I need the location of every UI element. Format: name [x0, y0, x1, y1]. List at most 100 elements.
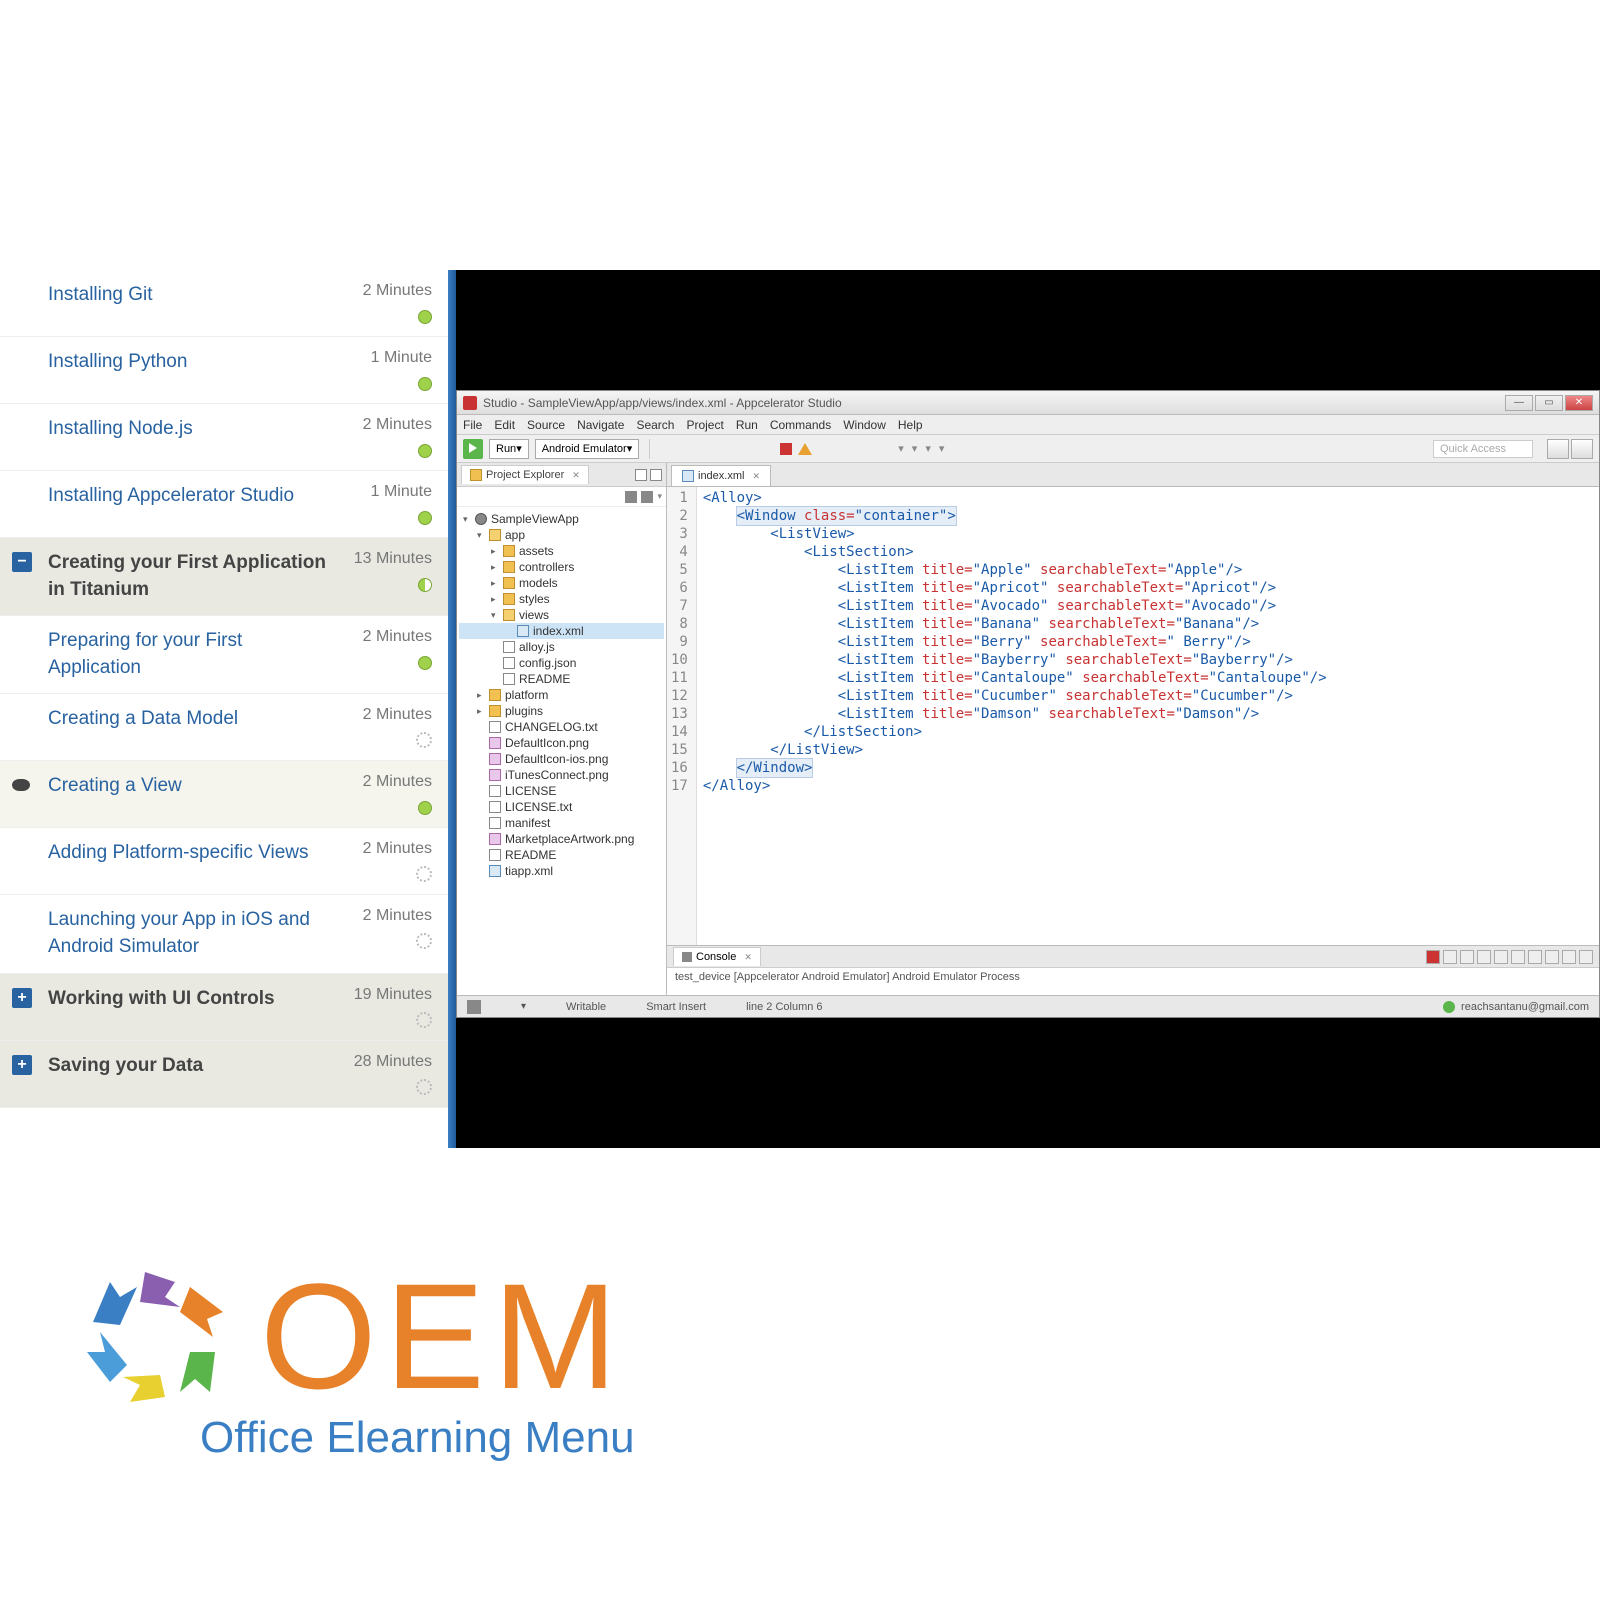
- tree-item[interactable]: MarketplaceArtwork.png: [459, 831, 664, 847]
- lesson-duration: 1 Minute: [342, 483, 432, 501]
- lesson-title[interactable]: Saving your Data: [48, 1053, 332, 1080]
- toolbar-dropdown-icon[interactable]: ▾: [925, 442, 931, 455]
- course-lesson[interactable]: Installing Node.js2 Minutes: [0, 404, 448, 471]
- link-editor-icon[interactable]: [641, 491, 653, 503]
- stop-icon[interactable]: [780, 443, 792, 455]
- perspective-button[interactable]: [1571, 439, 1593, 459]
- minimize-panel-icon[interactable]: [635, 469, 647, 481]
- clear-console-icon[interactable]: [1477, 950, 1491, 964]
- lesson-title[interactable]: Creating a View: [48, 773, 332, 800]
- lesson-title[interactable]: Working with UI Controls: [48, 986, 332, 1013]
- course-lesson[interactable]: Launching your App in iOS and Android Si…: [0, 895, 448, 973]
- tree-item[interactable]: ▸plugins: [459, 703, 664, 719]
- remove-all-icon[interactable]: [1460, 950, 1474, 964]
- maximize-button[interactable]: ▭: [1535, 395, 1563, 411]
- scroll-lock-icon[interactable]: [1494, 950, 1508, 964]
- course-lesson[interactable]: Installing Git2 Minutes: [0, 270, 448, 337]
- lesson-title[interactable]: Creating your First Application in Titan…: [48, 550, 332, 603]
- menu-file[interactable]: File: [463, 418, 482, 432]
- course-lesson[interactable]: Creating a Data Model2 Minutes: [0, 694, 448, 761]
- lesson-title[interactable]: Installing Git: [48, 282, 332, 309]
- menu-run[interactable]: Run: [736, 418, 758, 432]
- lesson-title[interactable]: Creating a Data Model: [48, 706, 332, 733]
- collapse-all-icon[interactable]: [625, 491, 637, 503]
- tree-item[interactable]: ▸assets: [459, 543, 664, 559]
- course-section[interactable]: + Saving your Data 28 Minutes: [0, 1041, 448, 1108]
- maximize-panel-icon[interactable]: [650, 469, 662, 481]
- warning-icon[interactable]: [798, 443, 812, 455]
- lesson-duration: 28 Minutes: [342, 1053, 432, 1071]
- course-lesson[interactable]: Adding Platform-specific Views2 Minutes: [0, 828, 448, 895]
- toolbar-dropdown-icon[interactable]: ▾: [912, 442, 918, 455]
- code-editor[interactable]: 1234567891011121314151617 <Alloy> <Windo…: [667, 487, 1599, 945]
- status-complete-icon: [418, 310, 432, 324]
- course-section[interactable]: +Working with UI Controls19 Minutes: [0, 974, 448, 1041]
- menu-navigate[interactable]: Navigate: [577, 418, 624, 432]
- view-menu-icon[interactable]: ▾: [657, 491, 662, 502]
- tree-item[interactable]: ▾views: [459, 607, 664, 623]
- menu-project[interactable]: Project: [686, 418, 723, 432]
- open-console-icon[interactable]: [1545, 950, 1559, 964]
- tree-item[interactable]: ▾SampleViewApp: [459, 511, 664, 527]
- tree-item[interactable]: tiapp.xml: [459, 863, 664, 879]
- terminate-icon[interactable]: [1426, 950, 1440, 964]
- remove-launch-icon[interactable]: [1443, 950, 1457, 964]
- lesson-title[interactable]: Adding Platform-specific Views: [48, 840, 332, 867]
- lesson-title[interactable]: Preparing for your First Application: [48, 628, 332, 681]
- toolbar-dropdown-icon[interactable]: ▾: [898, 442, 904, 455]
- tree-item[interactable]: iTunesConnect.png: [459, 767, 664, 783]
- run-mode-dropdown[interactable]: Run ▾: [489, 439, 529, 459]
- lesson-duration: 2 Minutes: [342, 907, 432, 925]
- quick-access-input[interactable]: Quick Access: [1433, 440, 1533, 458]
- tree-item[interactable]: DefaultIcon.png: [459, 735, 664, 751]
- run-button[interactable]: [463, 439, 483, 459]
- tree-item[interactable]: LICENSE.txt: [459, 799, 664, 815]
- tree-item[interactable]: ▸models: [459, 575, 664, 591]
- tree-item[interactable]: README: [459, 671, 664, 687]
- editor-tab-index-xml[interactable]: index.xml ✕: [671, 465, 771, 486]
- expand-icon[interactable]: +: [12, 1055, 32, 1075]
- menu-commands[interactable]: Commands: [770, 418, 831, 432]
- minimize-icon[interactable]: [1562, 950, 1576, 964]
- tree-item[interactable]: ▸controllers: [459, 559, 664, 575]
- lesson-title[interactable]: Launching your App in iOS and Android Si…: [48, 907, 332, 960]
- course-section[interactable]: −Creating your First Application in Tita…: [0, 538, 448, 616]
- lesson-title[interactable]: Installing Node.js: [48, 416, 332, 443]
- expand-icon[interactable]: +: [12, 988, 32, 1008]
- perspective-button[interactable]: [1547, 439, 1569, 459]
- video-frame: Studio - SampleViewApp/app/views/index.x…: [456, 270, 1600, 1148]
- maximize-icon[interactable]: [1579, 950, 1593, 964]
- tree-item[interactable]: index.xml: [459, 623, 664, 639]
- tree-item[interactable]: CHANGELOG.txt: [459, 719, 664, 735]
- pin-console-icon[interactable]: [1511, 950, 1525, 964]
- toolbar-dropdown-icon[interactable]: ▾: [939, 442, 945, 455]
- tree-item[interactable]: manifest: [459, 815, 664, 831]
- tree-item[interactable]: README: [459, 847, 664, 863]
- course-lesson[interactable]: Installing Python1 Minute: [0, 337, 448, 404]
- course-lesson[interactable]: Installing Appcelerator Studio 1 Minute: [0, 471, 448, 538]
- course-lesson[interactable]: Creating a View2 Minutes: [0, 761, 448, 828]
- menu-help[interactable]: Help: [898, 418, 923, 432]
- tree-item[interactable]: ▾app: [459, 527, 664, 543]
- run-target-dropdown[interactable]: Android Emulator ▾: [535, 439, 640, 459]
- tree-item[interactable]: config.json: [459, 655, 664, 671]
- console-tab[interactable]: Console ✕: [673, 947, 761, 966]
- display-selected-icon[interactable]: [1528, 950, 1542, 964]
- minimize-button[interactable]: —: [1505, 395, 1533, 411]
- tree-item[interactable]: LICENSE: [459, 783, 664, 799]
- tree-item[interactable]: ▸platform: [459, 687, 664, 703]
- project-explorer-tab[interactable]: Project Explorer ✕: [461, 465, 589, 484]
- collapse-icon[interactable]: −: [12, 552, 32, 572]
- lesson-title[interactable]: Installing Python: [48, 349, 332, 376]
- menu-source[interactable]: Source: [527, 418, 565, 432]
- folder-icon: [503, 577, 515, 589]
- menu-edit[interactable]: Edit: [494, 418, 515, 432]
- menu-window[interactable]: Window: [843, 418, 886, 432]
- tree-item[interactable]: alloy.js: [459, 639, 664, 655]
- tree-item[interactable]: DefaultIcon-ios.png: [459, 751, 664, 767]
- lesson-title[interactable]: Installing Appcelerator Studio: [48, 483, 332, 510]
- menu-search[interactable]: Search: [636, 418, 674, 432]
- course-lesson[interactable]: Preparing for your First Application2 Mi…: [0, 616, 448, 694]
- close-button[interactable]: ✕: [1565, 395, 1593, 411]
- tree-item[interactable]: ▸styles: [459, 591, 664, 607]
